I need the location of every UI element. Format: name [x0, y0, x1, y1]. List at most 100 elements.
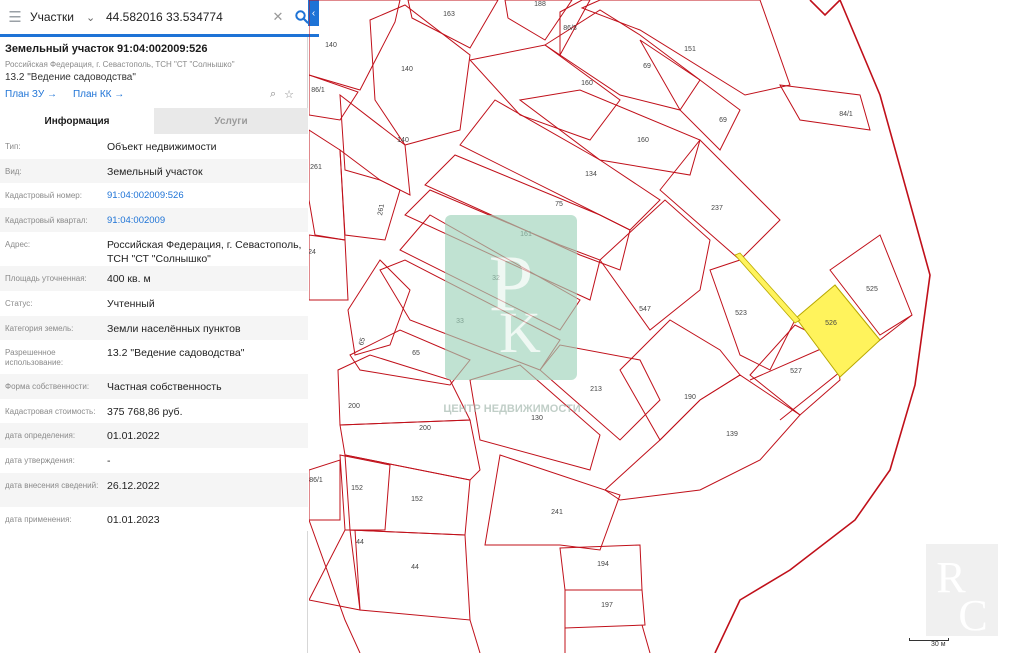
cadastral-map[interactable]: 163 188 86/3 140 140 151 69 160 86/1 69 160 140 134 8… [309, 0, 1023, 653]
parcel-261-a[interactable] [309, 129, 346, 241]
parcel-label: 44 [411, 564, 419, 571]
parcel-237[interactable] [659, 139, 781, 261]
property-key: Разрешенное использование: [5, 348, 64, 368]
parcel-label: 69 [719, 117, 727, 124]
parcel-label: 65 [358, 337, 367, 346]
menu-icon[interactable]: ☰ [0, 8, 30, 26]
parcel-200-b[interactable] [339, 419, 481, 481]
property-key: Кадастровый квартал: [5, 215, 88, 225]
layer-select[interactable]: Участки [30, 10, 86, 24]
property-key: Форма собственности: [5, 382, 90, 392]
parcel-label: 139 [726, 431, 738, 438]
parcel-label: 525 [866, 286, 878, 293]
parcel-label: 200 [348, 403, 360, 410]
search-input[interactable]: 44.582016 33.534774 [106, 10, 271, 24]
property-value: Земли населённых пунктов [107, 322, 241, 335]
property-key: дата внесения сведений: [5, 480, 99, 490]
bookmark-star-icon[interactable]: ☆ [284, 88, 294, 101]
parcel-label: 163 [443, 11, 455, 18]
property-value: Объект недвижимости [107, 141, 217, 153]
property-row: Площадь уточненная: 400 кв. м [0, 266, 308, 291]
parcel-84-1[interactable] [779, 84, 871, 131]
property-value: 01.01.2022 [107, 430, 160, 443]
parcel-label: 527 [790, 368, 802, 375]
parcel-526-selected[interactable] [795, 284, 881, 378]
plan-zu-link[interactable]: План ЗУ → [5, 89, 57, 100]
search-bar: ☰ Участки ⌄ 44.582016 33.534774 ✕ [0, 0, 319, 37]
parcel-152-b[interactable] [344, 454, 471, 536]
property-row: Кадастровый номер: 91:04:002009:526 [0, 183, 308, 208]
svg-text:K: K [499, 300, 541, 365]
app-window: Земельный участок 91:04:002009:526 Росси… [0, 0, 1023, 653]
parcel-label: 140 [325, 42, 337, 49]
property-key: Площадь уточненная: [5, 274, 87, 284]
object-address: Российская Федерация, г. Севастополь, ТС… [5, 60, 235, 69]
property-key: Адрес: [5, 240, 31, 250]
parcel-label: 188 [534, 1, 546, 8]
property-key: дата утверждения: [5, 455, 75, 465]
parcel-86-1-b[interactable] [309, 459, 341, 521]
plan-kk-link[interactable]: План КК → [73, 89, 124, 100]
parcel-label: 140 [397, 137, 409, 144]
parcel-139[interactable] [604, 374, 801, 501]
property-row: дата внесения сведений: 26.12.2022 [0, 472, 308, 507]
tab-services[interactable]: Услуги [154, 108, 308, 134]
property-link[interactable]: 91:04:002009 [107, 208, 303, 228]
property-value: 26.12.2022 [107, 479, 160, 492]
close-icon[interactable]: ✕ [271, 9, 285, 25]
property-link[interactable]: 91:04:002009:526 [107, 183, 303, 203]
parcel-label: 134 [585, 171, 597, 178]
parcel-163[interactable] [407, 0, 499, 49]
object-title: Земельный участок 91:04:002009:526 [5, 43, 208, 55]
parcel-label: 160 [637, 137, 649, 144]
parcel-label: 194 [597, 561, 609, 568]
property-row: Статус: Учтенный [0, 290, 308, 316]
object-header: Земельный участок 91:04:002009:526 Росси… [0, 40, 308, 101]
property-key: дата определения: [5, 431, 76, 441]
parcel-label: 197 [601, 602, 613, 609]
parcel-label: 140 [401, 66, 413, 73]
parcel-line-extra-d [641, 624, 651, 653]
properties-list: Тип: Объект недвижимости Вид: Земельный уча… [0, 134, 308, 532]
parcel-160-b[interactable] [518, 89, 701, 176]
parcel-label: 152 [411, 496, 423, 503]
parcel-197[interactable] [564, 589, 646, 629]
parcel-140-b[interactable] [369, 4, 471, 146]
parcel-label: 152 [351, 485, 363, 492]
property-row: дата применения: 01.01.2023 [0, 506, 308, 532]
tab-info[interactable]: Информация [0, 108, 154, 134]
zoom-to-object-icon[interactable]: ⌕ [270, 88, 276, 101]
parcel-label: 69 [643, 63, 651, 70]
parcel-261-b[interactable] [339, 148, 401, 241]
property-key: Статус: [5, 298, 33, 308]
property-row: дата утверждения: - [0, 447, 308, 473]
chevron-down-icon[interactable]: ⌄ [86, 11, 106, 24]
map-canvas[interactable]: 163 188 86/3 140 140 151 69 160 86/1 69 160 140 134 8… [309, 0, 1023, 653]
property-value: 400 кв. м [107, 273, 151, 286]
property-value: 13.2 "Ведение садоводства" [107, 347, 245, 360]
parcel-24[interactable] [309, 234, 349, 301]
parcel-label: 86/3 [563, 25, 577, 32]
parcel-241[interactable] [484, 454, 621, 551]
property-key: Кадастровая стоимость: [5, 406, 96, 416]
parcel-label: 24 [309, 249, 316, 256]
property-row: Адрес: Российская Федерация, г. Севастопо… [0, 232, 308, 267]
parcel-label: 86/1 [311, 87, 325, 94]
watermark-text: ЦЕНТР НЕДВИЖИМОСТИ [443, 403, 580, 415]
parcel-label: 213 [590, 386, 602, 393]
parcel-label: 547 [639, 306, 651, 313]
property-value: Учтенный [107, 297, 155, 310]
property-value: 375 768,86 руб. [107, 405, 183, 418]
property-value: Российская Федерация, г. Севастополь, ТС… [107, 239, 302, 266]
property-key: дата применения: [5, 514, 72, 524]
parcel-label: 526 [825, 320, 837, 327]
property-row: Форма собственности: Частная собственност… [0, 374, 308, 399]
parcel-140-c[interactable] [339, 93, 411, 196]
parcel-label: 160 [581, 80, 593, 87]
parcel-44-b[interactable] [349, 529, 471, 621]
property-row: Кадастровая стоимость: 375 768,86 руб. [0, 398, 308, 424]
parcel-160-a[interactable] [469, 44, 621, 141]
property-value: Частная собственность [107, 381, 222, 394]
parcel-label: 44 [356, 539, 364, 546]
property-row: Тип: Объект недвижимости [0, 134, 308, 159]
